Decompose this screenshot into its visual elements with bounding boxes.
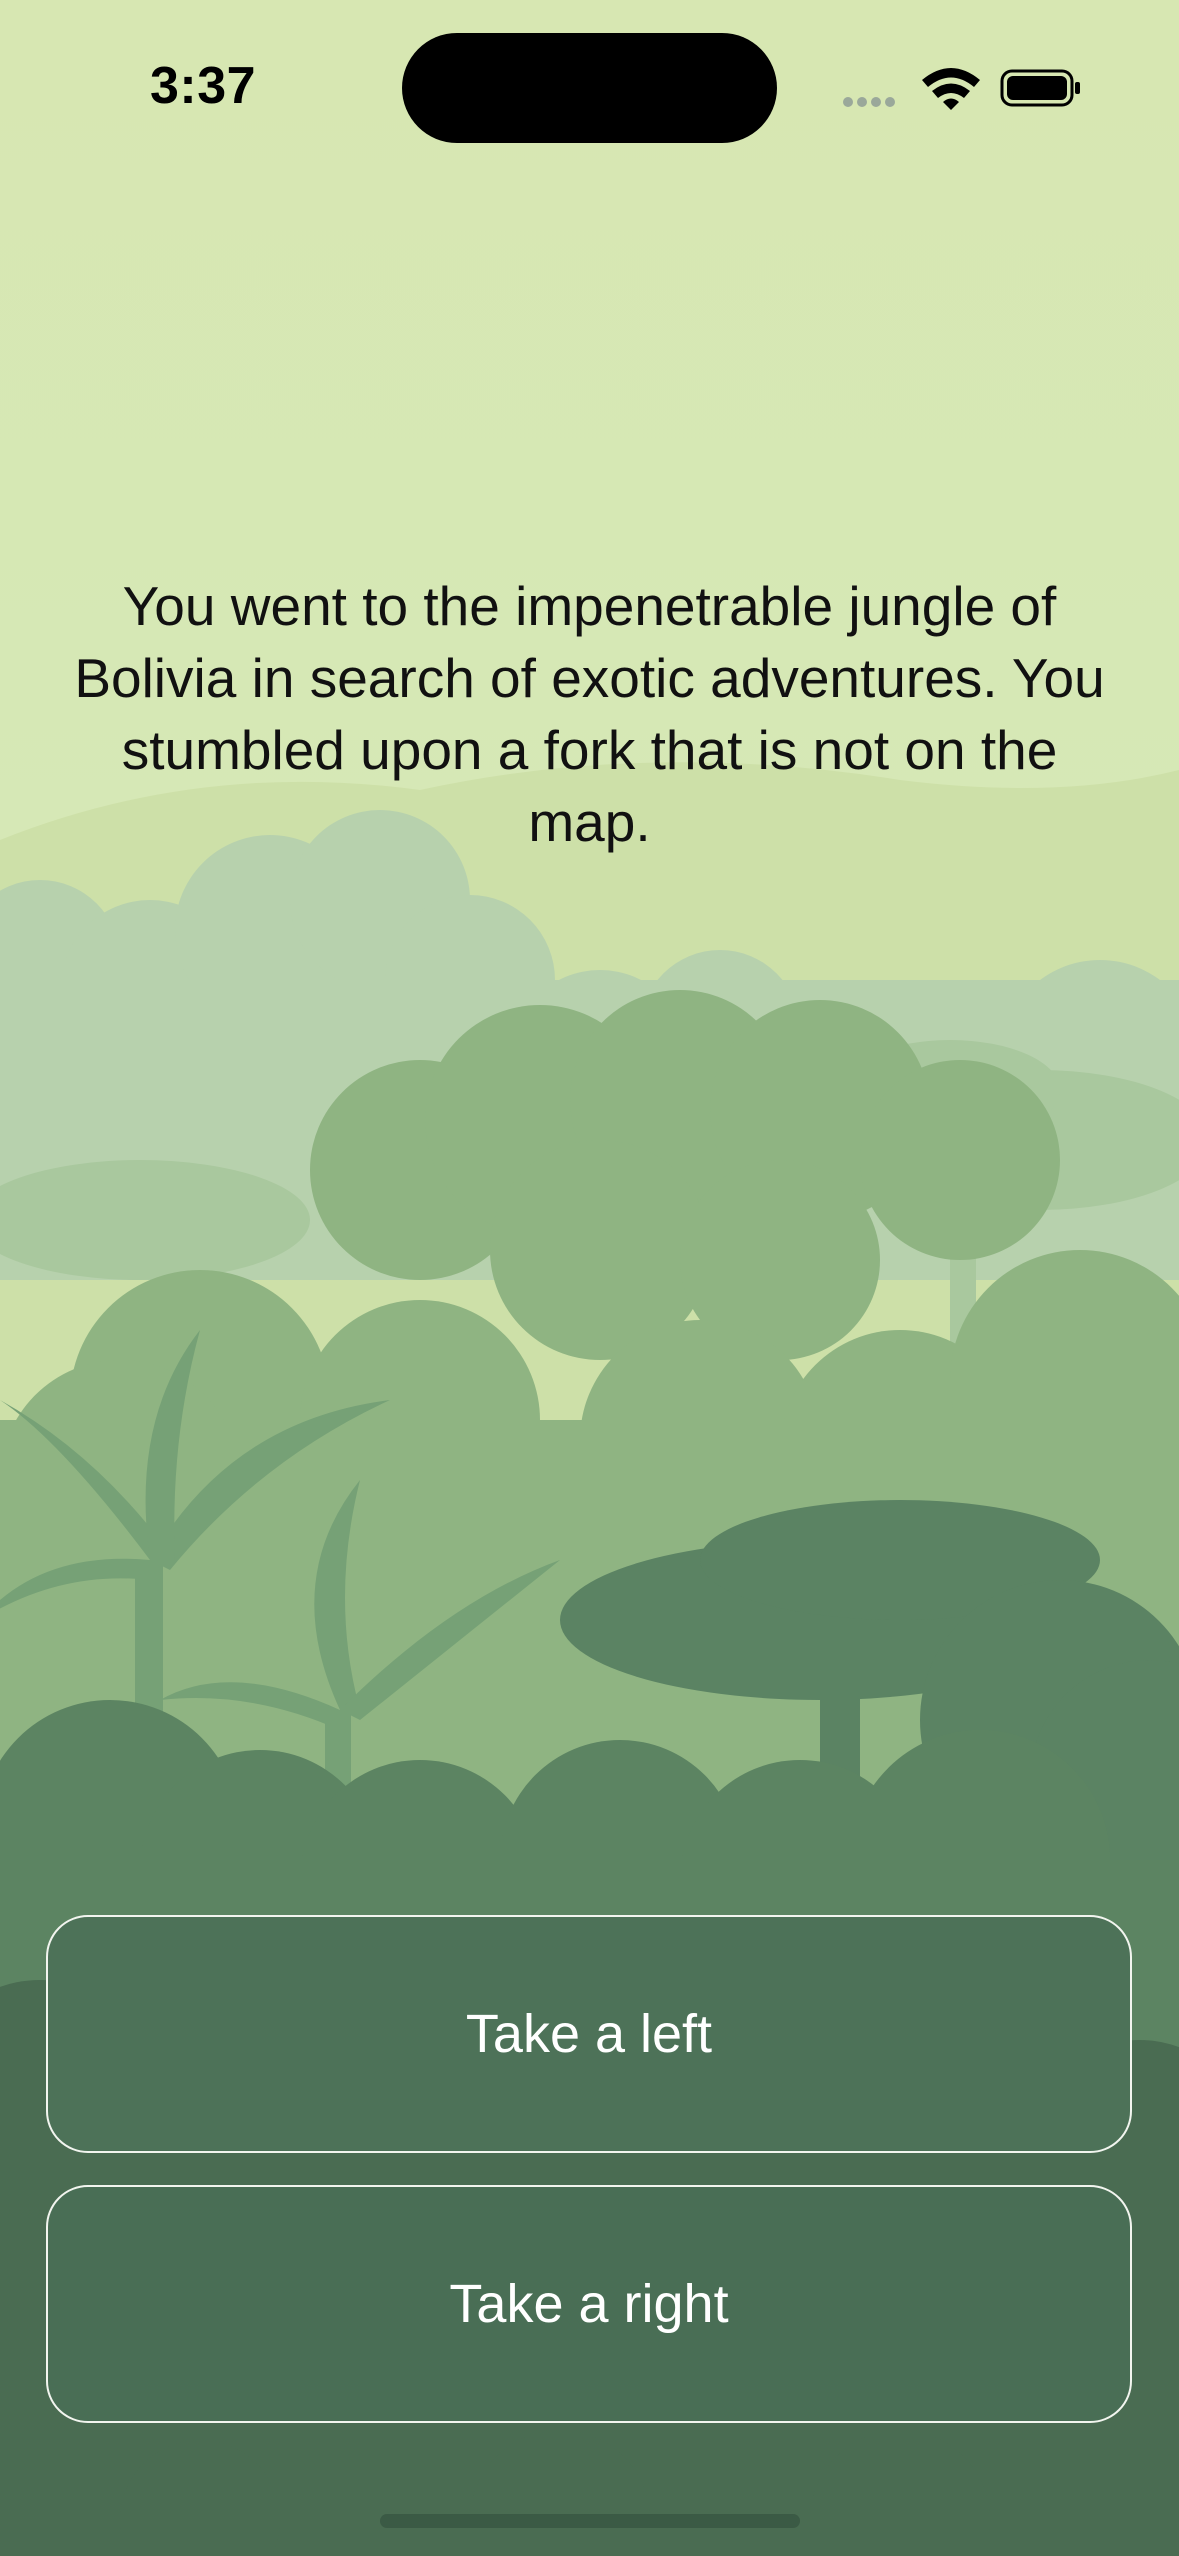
status-bar-icons [840, 62, 1090, 112]
take-right-button[interactable]: Take a right [46, 2185, 1132, 2423]
home-indicator[interactable] [380, 2514, 800, 2528]
take-right-label: Take a right [449, 2274, 729, 2334]
take-left-label: Take a left [465, 2004, 713, 2064]
battery-icon [1000, 69, 1080, 107]
wifi-icon [922, 68, 980, 110]
game-screen: 3:37 You went to the impenetrable jungle… [0, 0, 1179, 2556]
story-text: You went to the impenetrable jungle of B… [74, 575, 1105, 853]
status-bar-time: 3:37 [150, 57, 257, 115]
take-left-button[interactable]: Take a left [46, 1915, 1132, 2153]
cellular-signal-icon [843, 97, 895, 107]
jungle-background-illustration [0, 762, 1179, 2556]
dynamic-island [402, 33, 777, 143]
